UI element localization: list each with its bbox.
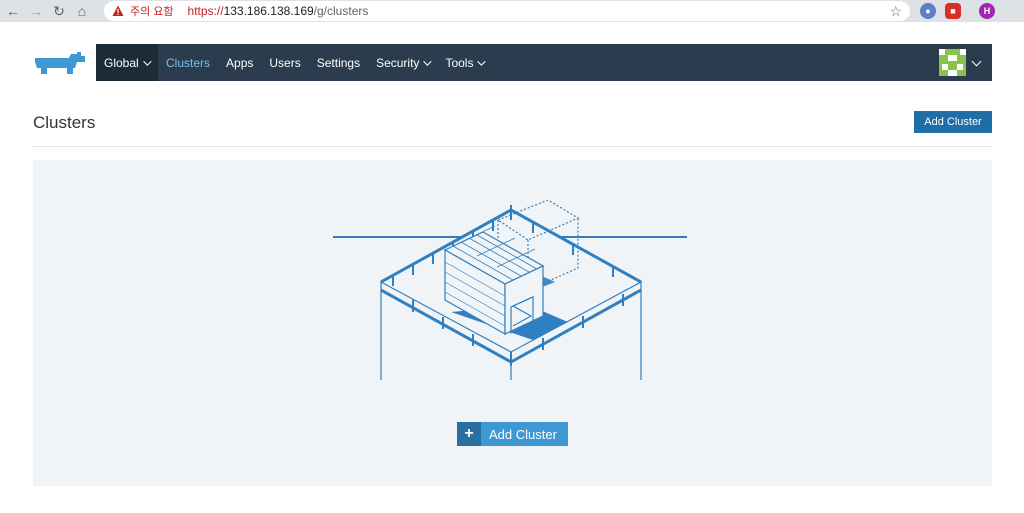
chevron-down-icon bbox=[477, 56, 487, 66]
address-bar[interactable]: 주의 요함 https:// 133.186.138.169 /g/cluste… bbox=[104, 1, 910, 21]
main-navbar: Global Clusters Apps Users Settings Secu… bbox=[96, 44, 992, 81]
add-cluster-button[interactable]: Add Cluster bbox=[914, 111, 992, 133]
user-avatar[interactable] bbox=[939, 49, 966, 76]
empty-clusters-panel: + Add Cluster bbox=[33, 160, 992, 486]
header-divider bbox=[33, 146, 992, 147]
nav-security-label: Security bbox=[376, 55, 420, 70]
global-menu-label: Global bbox=[104, 55, 139, 70]
user-menu-chevron-icon[interactable] bbox=[971, 56, 982, 67]
reload-icon[interactable]: ↻ bbox=[49, 1, 69, 21]
extension-stop-icon[interactable]: ■ bbox=[945, 3, 961, 19]
nav-apps-label: Apps bbox=[226, 55, 254, 70]
warning-icon bbox=[112, 5, 124, 17]
plus-icon: + bbox=[457, 422, 481, 446]
nav-tools[interactable]: Tools bbox=[437, 44, 491, 81]
home-icon[interactable]: ⌂ bbox=[72, 1, 92, 21]
nav-clusters[interactable]: Clusters bbox=[158, 44, 218, 81]
empty-add-cluster-label: Add Cluster bbox=[489, 426, 557, 442]
url-path: /g/clusters bbox=[313, 4, 369, 18]
rancher-logo[interactable] bbox=[33, 50, 89, 80]
nav-settings-label: Settings bbox=[316, 55, 361, 70]
empty-add-cluster-button[interactable]: + Add Cluster bbox=[457, 422, 568, 446]
back-icon[interactable]: ← bbox=[3, 1, 23, 21]
forward-icon[interactable]: → bbox=[26, 1, 46, 21]
extension-globe-icon[interactable]: ● bbox=[920, 3, 936, 19]
nav-clusters-label: Clusters bbox=[166, 55, 211, 70]
nav-users-label: Users bbox=[269, 55, 301, 70]
nav-tools-label: Tools bbox=[445, 55, 474, 70]
profile-avatar[interactable]: H bbox=[979, 3, 995, 19]
global-menu[interactable]: Global bbox=[96, 44, 158, 81]
nav-security[interactable]: Security bbox=[368, 44, 437, 81]
url-host: 133.186.138.169 bbox=[223, 4, 314, 18]
bookmark-star-icon[interactable]: ☆ bbox=[889, 3, 902, 20]
chevron-down-icon bbox=[142, 56, 152, 66]
browser-toolbar: ← → ↻ ⌂ 주의 요함 https:// 133.186.138.169 /… bbox=[0, 0, 1024, 22]
nav-apps[interactable]: Apps bbox=[218, 44, 261, 81]
security-warning-text: 주의 요함 bbox=[130, 6, 174, 18]
nav-users[interactable]: Users bbox=[261, 44, 308, 81]
barn-illustration bbox=[333, 199, 689, 380]
page-title: Clusters bbox=[33, 113, 96, 132]
url-scheme: https:// bbox=[187, 4, 224, 18]
nav-settings[interactable]: Settings bbox=[309, 44, 368, 81]
chevron-down-icon bbox=[423, 56, 433, 66]
